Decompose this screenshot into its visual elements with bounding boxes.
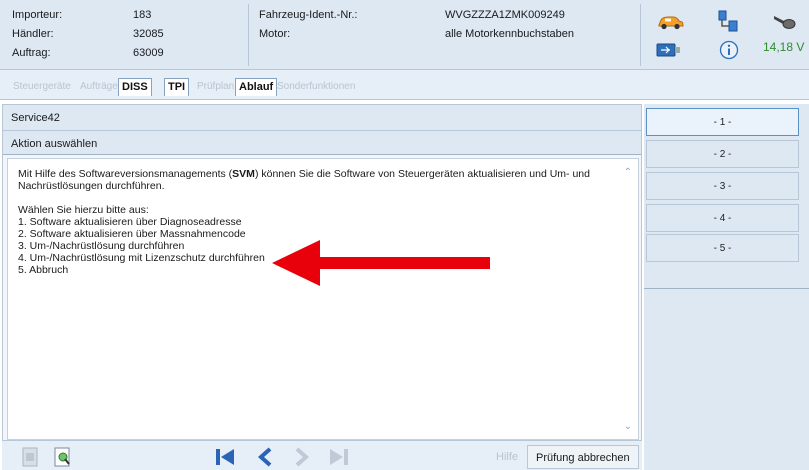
tab-diss[interactable]: DISS — [118, 78, 152, 96]
panel-title: Service42 — [11, 112, 60, 124]
vin-label: Fahrzeug-Ident.-Nr.: — [259, 9, 358, 21]
document-icon[interactable] — [18, 444, 44, 470]
tab-bar: Steuergeräte Aufträge DISS TPI Prüfplan … — [0, 70, 809, 100]
engine-value: alle Motorkennbuchstaben — [445, 28, 575, 40]
intro-text: Mit Hilfe des Softwareversionsmanagement… — [18, 168, 233, 180]
dealer-value: 32085 — [133, 28, 164, 40]
importer-value: 183 — [133, 9, 152, 21]
dealer-label: Händler: — [12, 28, 54, 40]
order-label: Auftrag: — [12, 47, 51, 59]
status-icons: 14,18 V — [643, 4, 807, 66]
vin-value: WVGZZZA1ZMK009249 — [445, 9, 565, 21]
header-bar: Importeur: Händler: Auftrag: 183 32085 6… — [0, 0, 809, 70]
header-labels: Importeur: Händler: Auftrag: — [12, 6, 62, 63]
last-page-icon[interactable] — [324, 444, 354, 470]
choice-button-5[interactable]: - 5 - — [646, 234, 799, 262]
previous-icon[interactable] — [250, 444, 280, 470]
abort-test-button[interactable]: Prüfung abbrechen — [527, 445, 639, 469]
header-divider — [640, 4, 641, 66]
importer-label: Importeur: — [12, 9, 63, 21]
tab-ablauf[interactable]: Ablauf — [235, 78, 278, 96]
help-button[interactable]: Hilfe — [488, 445, 526, 469]
order-value: 63009 — [133, 47, 164, 59]
header-divider — [248, 4, 249, 66]
network-icon[interactable] — [715, 8, 741, 34]
tab-steuergeraete[interactable]: Steuergeräte — [10, 78, 74, 96]
usb-icon[interactable] — [655, 40, 683, 60]
choice-button-1[interactable]: - 1 - — [646, 108, 799, 136]
document-search-icon[interactable] — [50, 444, 76, 470]
next-icon[interactable] — [287, 444, 317, 470]
header-values: 183 32085 63009 — [133, 6, 164, 63]
scroll-down-icon[interactable]: ⌄ — [624, 421, 632, 433]
panel-subtitle: Aktion auswählen — [11, 138, 98, 150]
divider — [3, 130, 641, 131]
choice-panel: - 1 - - 2 - - 3 - - 4 - - 5 - — [644, 104, 809, 470]
svm-abbreviation: SVM — [232, 168, 255, 180]
intro-paragraph: Mit Hilfe des Softwareversionsmanagement… — [18, 168, 608, 192]
scroll-up-icon[interactable]: ⌃ — [624, 167, 632, 179]
key-icon[interactable] — [771, 10, 797, 32]
first-page-icon[interactable] — [210, 444, 240, 470]
choice-button-3[interactable]: - 3 - — [646, 172, 799, 200]
vehicle-labels: Fahrzeug-Ident.-Nr.: Motor: — [259, 6, 357, 44]
tab-pruefplan[interactable]: Prüfplan — [194, 78, 237, 96]
option-1: 1. Software aktualisieren über Diagnosea… — [18, 216, 242, 228]
choice-button-2[interactable]: - 2 - — [646, 140, 799, 168]
prompt-text: Wählen Sie hierzu bitte aus: — [18, 204, 149, 216]
battery-voltage: 14,18 V — [763, 40, 805, 54]
panel-header: Service42 Aktion auswählen — [3, 105, 641, 155]
engine-label: Motor: — [259, 28, 291, 40]
car-icon[interactable] — [655, 10, 685, 34]
tab-auftraege[interactable]: Aufträge — [77, 78, 121, 96]
red-arrow-annotation — [272, 240, 490, 286]
vehicle-values: WVGZZZA1ZMK009249 alle Motorkennbuchstab… — [445, 6, 574, 44]
bottom-toolbar: Hilfe Prüfung abbrechen — [2, 440, 642, 470]
instruction-text-area[interactable]: Mit Hilfe des Softwareversionsmanagement… — [7, 158, 639, 440]
info-icon[interactable] — [717, 38, 741, 62]
panel-divider — [644, 288, 809, 289]
tab-sonderfunktionen[interactable]: Sonderfunktionen — [274, 78, 358, 96]
tab-tpi[interactable]: TPI — [164, 78, 190, 96]
choice-button-4[interactable]: - 4 - — [646, 204, 799, 232]
